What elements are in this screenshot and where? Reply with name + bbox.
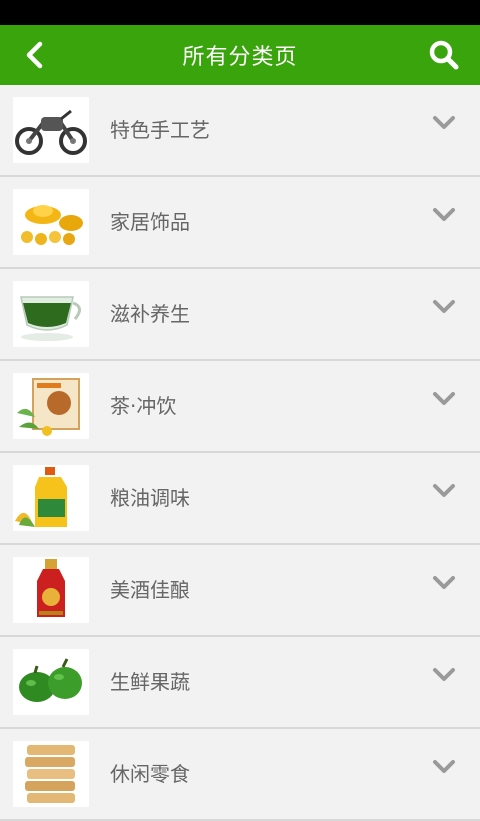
category-item-health[interactable]: 滋补养生 (0, 269, 480, 361)
chevron-down-icon[interactable] (432, 299, 456, 315)
page-title: 所有分类页 (182, 45, 298, 70)
tea-drink-box-image (13, 373, 89, 439)
chevron-down-icon[interactable] (432, 115, 456, 131)
back-button[interactable] (20, 39, 52, 71)
category-item-snacks[interactable]: 休闲零食 (0, 729, 480, 821)
chevron-down-icon[interactable] (432, 575, 456, 591)
category-label: 美酒佳酿 (110, 578, 190, 602)
chevron-down-icon[interactable] (432, 759, 456, 775)
category-item-wine[interactable]: 美酒佳酿 (0, 545, 480, 637)
category-label: 休闲零食 (110, 762, 190, 786)
motorcycle-craft-image (13, 97, 89, 163)
search-icon (429, 40, 459, 70)
back-arrow-icon (26, 41, 43, 69)
top-bar: 所有分类页 (0, 25, 480, 85)
herbal-tea-cup-image (13, 281, 89, 347)
category-label: 生鲜果蔬 (110, 670, 190, 694)
category-label: 家居饰品 (110, 210, 190, 234)
chevron-down-icon[interactable] (432, 391, 456, 407)
gold-ingots-image (13, 189, 89, 255)
cooking-oil-bottle-image (13, 465, 89, 531)
category-item-tea[interactable]: 茶·冲饮 (0, 361, 480, 453)
liquor-bottle-image (13, 557, 89, 623)
category-item-fresh-produce[interactable]: 生鲜果蔬 (0, 637, 480, 729)
category-label: 特色手工艺 (110, 118, 210, 142)
green-peppers-image (13, 649, 89, 715)
category-item-grain-oil[interactable]: 粮油调味 (0, 453, 480, 545)
category-item-crafts[interactable]: 特色手工艺 (0, 85, 480, 177)
snack-crackers-image (13, 741, 89, 807)
category-item-home-decor[interactable]: 家居饰品 (0, 177, 480, 269)
search-button[interactable] (426, 37, 462, 73)
category-label: 茶·冲饮 (110, 394, 177, 418)
chevron-down-icon[interactable] (432, 207, 456, 223)
category-label: 粮油调味 (110, 486, 190, 510)
status-bar (0, 0, 480, 25)
category-label: 滋补养生 (110, 302, 190, 326)
chevron-down-icon[interactable] (432, 483, 456, 499)
category-list: 特色手工艺 家居饰品 滋补养生 茶·冲饮 粮油调味 美酒佳酿 生鲜果蔬 休闲零食 (0, 85, 480, 821)
chevron-down-icon[interactable] (432, 667, 456, 683)
